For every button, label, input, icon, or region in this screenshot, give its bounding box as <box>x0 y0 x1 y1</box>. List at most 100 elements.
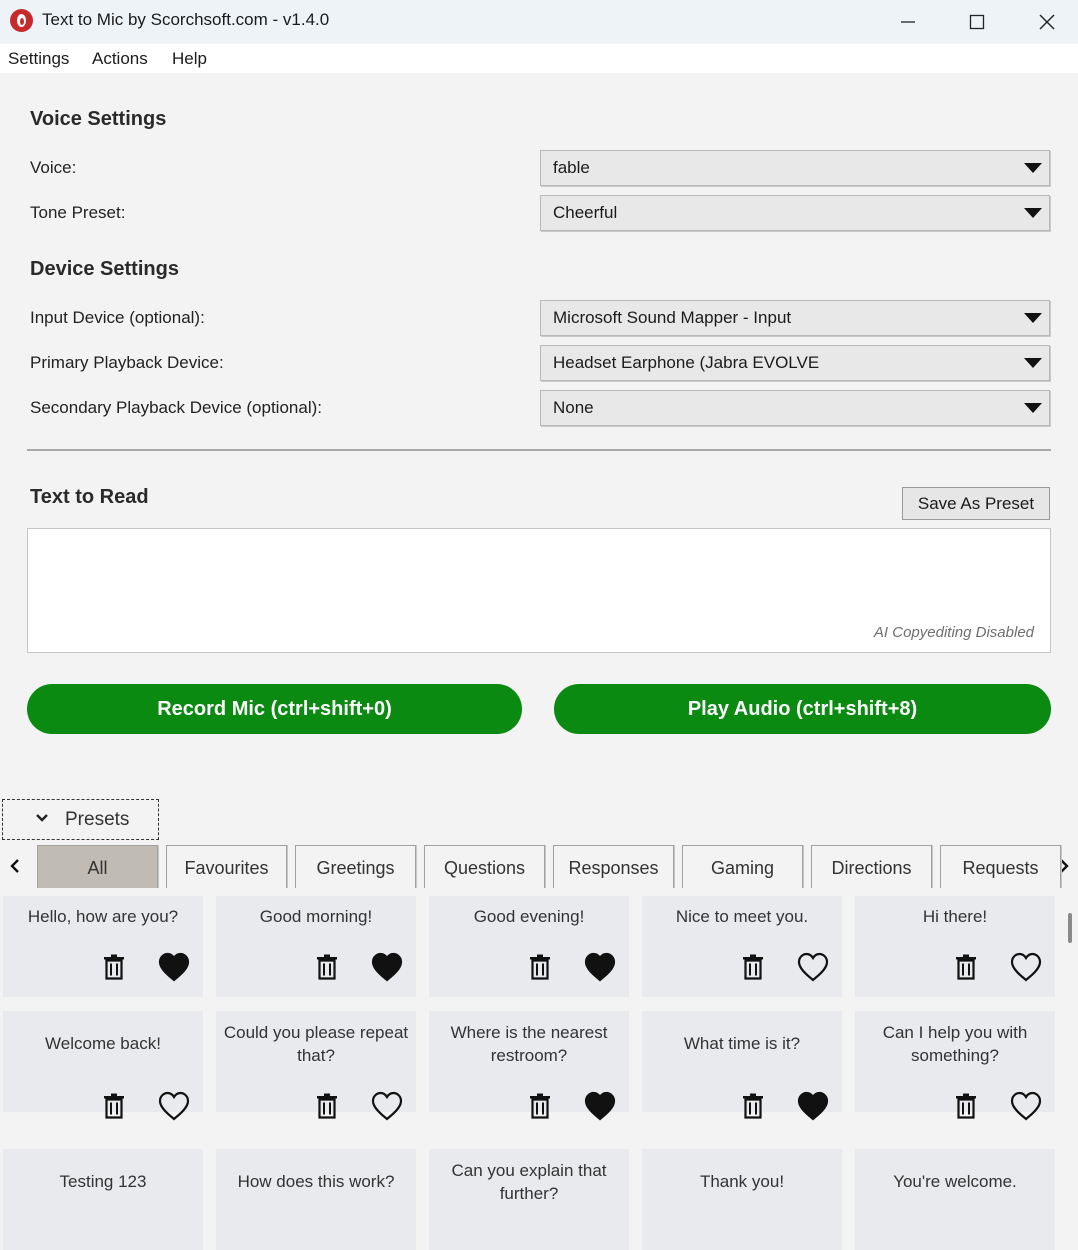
preset-card[interactable]: Hello, how are you? <box>3 896 203 997</box>
preset-text: Hi there! <box>922 907 988 926</box>
tab-all[interactable]: All <box>37 845 158 888</box>
close-icon <box>1039 14 1055 30</box>
play-audio-button[interactable]: Play Audio (ctrl+shift+8) <box>554 684 1051 734</box>
tab-directions[interactable]: Directions <box>811 845 932 888</box>
heart-outline-icon[interactable] <box>371 1091 403 1121</box>
text-to-read-input[interactable]: AI Copyediting Disabled <box>27 528 1051 653</box>
device-settings-heading: Device Settings <box>30 258 179 280</box>
preset-text: Thank you! <box>699 1172 785 1191</box>
preset-card[interactable]: Can you explain that further? <box>429 1149 629 1250</box>
trash-icon[interactable] <box>955 954 977 980</box>
preset-text: Can I help you with something? <box>882 1023 1028 1065</box>
menu-bar: Settings Actions Help <box>0 44 1078 73</box>
voice-label: Voice: <box>30 158 77 177</box>
trash-icon[interactable] <box>529 1093 551 1119</box>
trash-icon[interactable] <box>316 1093 338 1119</box>
secondary-playback-value: None <box>553 398 594 417</box>
heart-outline-icon[interactable] <box>1010 952 1042 982</box>
preset-card[interactable]: How does this work? <box>216 1149 416 1250</box>
title-bar: Text to Mic by Scorchsoft.com - v1.4.0 <box>0 0 1078 44</box>
tone-preset-label: Tone Preset: <box>30 203 126 222</box>
preset-scrollbar[interactable] <box>1068 913 1072 943</box>
chevron-down-icon <box>35 811 49 827</box>
app-logo-icon <box>10 9 33 32</box>
close-button[interactable] <box>1012 0 1078 44</box>
text-to-read-heading: Text to Read <box>30 486 149 508</box>
presets-toggle-label: Presets <box>65 809 130 830</box>
preset-text: Where is the nearest restroom? <box>450 1023 608 1065</box>
tab-responses[interactable]: Responses <box>553 845 674 888</box>
preset-card[interactable]: Welcome back! <box>3 1011 203 1121</box>
input-device-select[interactable]: Microsoft Sound Mapper - Input <box>540 300 1050 336</box>
tab-favourites[interactable]: Favourites <box>166 845 287 888</box>
tabs-scroll-left-button[interactable] <box>9 855 21 879</box>
tab-greetings[interactable]: Greetings <box>295 845 416 888</box>
voice-settings-heading: Voice Settings <box>30 108 167 130</box>
secondary-playback-select[interactable]: None <box>540 390 1050 426</box>
heart-filled-icon[interactable] <box>797 1091 829 1121</box>
menu-settings[interactable]: Settings <box>8 49 69 69</box>
preset-card[interactable]: Good morning! <box>216 896 416 997</box>
heart-filled-icon[interactable] <box>371 952 403 982</box>
menu-actions[interactable]: Actions <box>92 49 148 69</box>
trash-icon[interactable] <box>103 954 125 980</box>
preset-card[interactable]: Nice to meet you. <box>642 896 842 997</box>
voice-select-value: fable <box>553 158 590 177</box>
preset-card[interactable]: What time is it? <box>642 1011 842 1121</box>
preset-text: Welcome back! <box>45 1034 161 1053</box>
minimize-icon <box>901 21 915 23</box>
heart-outline-icon[interactable] <box>797 952 829 982</box>
preset-card[interactable]: Where is the nearest restroom? <box>429 1011 629 1121</box>
preset-text: Hello, how are you? <box>27 907 179 926</box>
preset-text: Could you please repeat that? <box>223 1023 409 1065</box>
heart-filled-icon[interactable] <box>584 952 616 982</box>
trash-icon[interactable] <box>103 1093 125 1119</box>
preset-card[interactable]: You're welcome. <box>855 1149 1055 1250</box>
maximize-icon <box>969 14 985 30</box>
secondary-playback-label: Secondary Playback Device (optional): <box>30 398 322 417</box>
voice-select[interactable]: fable <box>540 150 1050 186</box>
window-title: Text to Mic by Scorchsoft.com - v1.4.0 <box>42 10 330 29</box>
input-device-value: Microsoft Sound Mapper - Input <box>553 308 792 327</box>
heart-outline-icon[interactable] <box>1010 1091 1042 1121</box>
preset-card[interactable]: Thank you! <box>642 1149 842 1250</box>
menu-help[interactable]: Help <box>172 49 207 69</box>
preset-text: Nice to meet you. <box>675 907 809 926</box>
input-device-label: Input Device (optional): <box>30 308 205 327</box>
dropdown-arrow-icon <box>1024 358 1042 368</box>
primary-playback-select[interactable]: Headset Earphone (Jabra EVOLVE <box>540 345 1050 381</box>
presets-toggle[interactable]: Presets <box>2 799 159 840</box>
section-divider <box>27 449 1051 451</box>
ai-copyediting-status: AI Copyediting Disabled <box>873 624 1034 641</box>
heart-filled-icon[interactable] <box>584 1091 616 1121</box>
chevron-left-icon <box>10 859 19 873</box>
preset-card[interactable]: Testing 123 <box>3 1149 203 1250</box>
preset-card[interactable]: Can I help you with something? <box>855 1011 1055 1121</box>
primary-playback-value: Headset Earphone (Jabra EVOLVE <box>553 353 820 372</box>
dropdown-arrow-icon <box>1024 163 1042 173</box>
dropdown-arrow-icon <box>1024 208 1042 218</box>
preset-card[interactable]: Could you please repeat that? <box>216 1011 416 1121</box>
preset-text: How does this work? <box>237 1172 395 1191</box>
tab-requests[interactable]: Requests <box>940 845 1061 888</box>
tab-questions[interactable]: Questions <box>424 845 545 888</box>
minimize-button[interactable] <box>873 0 943 44</box>
heart-filled-icon[interactable] <box>158 952 190 982</box>
tab-gaming[interactable]: Gaming <box>682 845 803 888</box>
trash-icon[interactable] <box>316 954 338 980</box>
tone-preset-select[interactable]: Cheerful <box>540 195 1050 231</box>
preset-card[interactable]: Hi there! <box>855 896 1055 997</box>
preset-text: Can you explain that further? <box>451 1161 607 1203</box>
maximize-button[interactable] <box>942 0 1012 44</box>
trash-icon[interactable] <box>742 954 764 980</box>
save-as-preset-button[interactable]: Save As Preset <box>902 487 1050 520</box>
heart-outline-icon[interactable] <box>158 1091 190 1121</box>
primary-playback-label: Primary Playback Device: <box>30 353 224 372</box>
preset-text: You're welcome. <box>893 1172 1017 1191</box>
trash-icon[interactable] <box>955 1093 977 1119</box>
preset-text: Good morning! <box>259 907 373 926</box>
preset-card[interactable]: Good evening! <box>429 896 629 997</box>
record-mic-button[interactable]: Record Mic (ctrl+shift+0) <box>27 684 522 734</box>
trash-icon[interactable] <box>529 954 551 980</box>
trash-icon[interactable] <box>742 1093 764 1119</box>
